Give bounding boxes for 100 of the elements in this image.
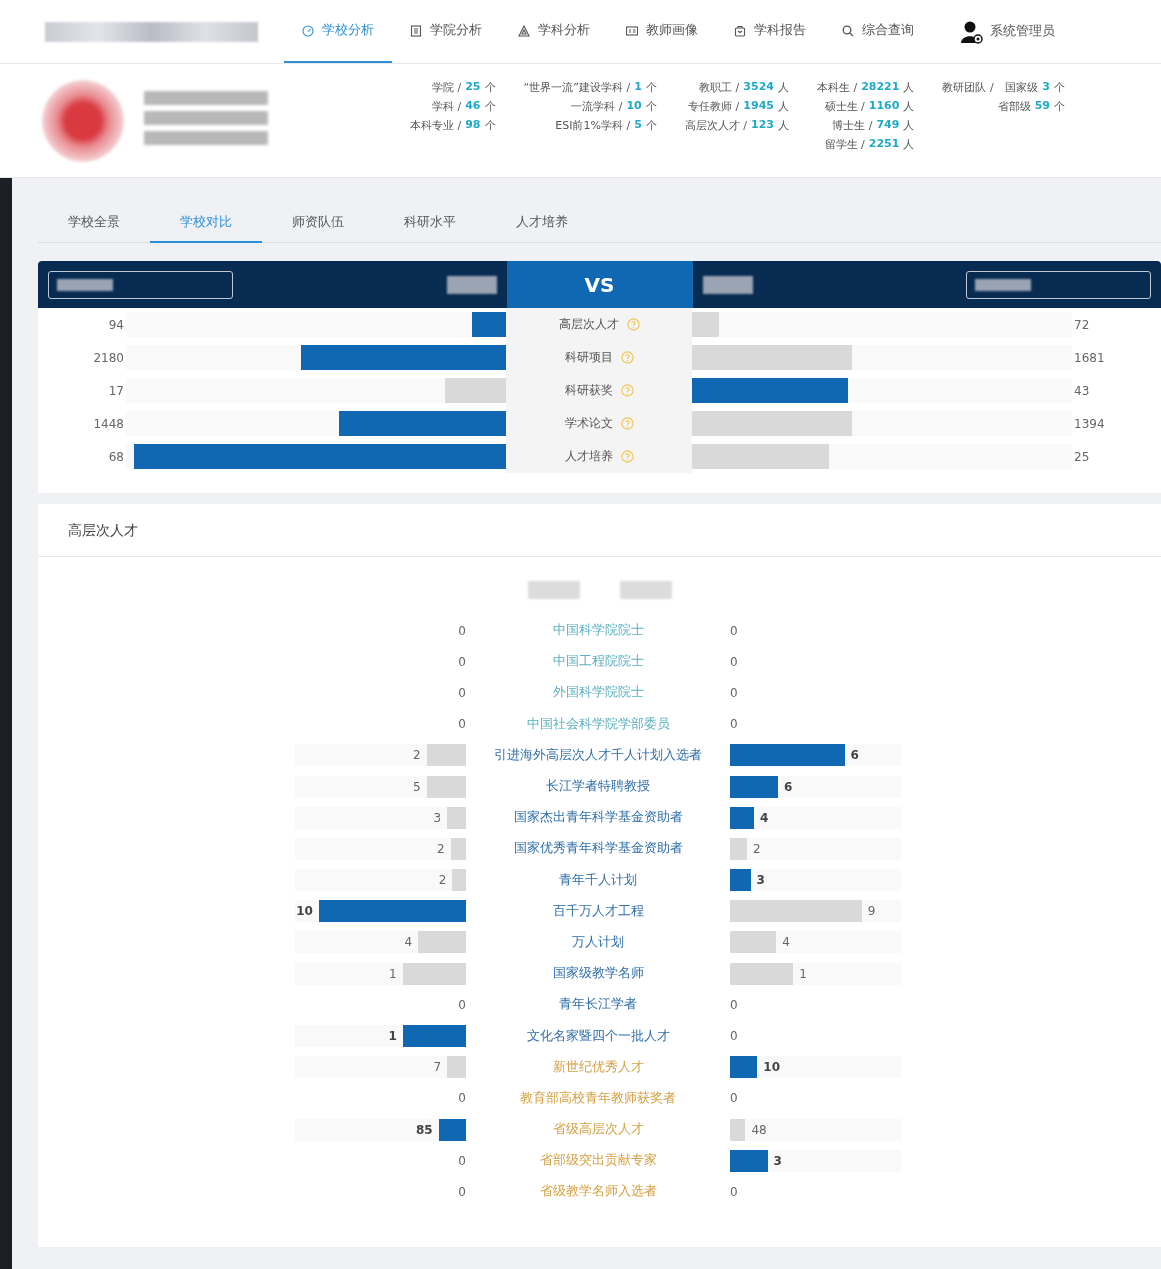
blurred-school-name — [702, 275, 753, 294]
stat-value: 123 — [751, 118, 774, 133]
right-value: 0 — [730, 1091, 738, 1106]
stat-label: 教职工 / — [699, 80, 740, 95]
left-value: 17 — [107, 383, 124, 398]
stat-unit: 个 — [645, 80, 657, 95]
left-value: 0 — [458, 717, 466, 732]
talent-category: 外国科学院院士 — [552, 684, 644, 702]
right-value: 4 — [782, 935, 790, 950]
right-value: 1681 — [1074, 350, 1106, 365]
talent-category: 中国社会科学院学部委员 — [526, 715, 670, 733]
stat-value: 46 — [465, 99, 481, 114]
user-name[interactable]: 系统管理员 — [990, 23, 1055, 40]
left-value: 0 — [458, 623, 466, 638]
help-icon[interactable] — [620, 417, 634, 430]
stat-unit: 个 — [645, 118, 657, 133]
right-value: 3 — [756, 873, 765, 888]
stat-label: ESI前1%学科 / — [555, 118, 631, 133]
nav-tab[interactable]: 教师画像 — [608, 0, 716, 63]
left-value: 68 — [107, 449, 124, 464]
gauge-icon — [302, 24, 314, 37]
talent-category: 省级教学名师入选者 — [539, 1183, 657, 1201]
blurred-school-name — [446, 275, 497, 294]
nav-tab[interactable]: 学科报告 — [716, 0, 824, 63]
help-icon[interactable] — [626, 318, 640, 331]
help-icon[interactable] — [620, 450, 634, 463]
talent-category: 新世纪优秀人才 — [552, 1058, 644, 1076]
user-icon[interactable] — [960, 19, 984, 44]
nav-tab[interactable]: 学校分析 — [284, 0, 392, 63]
stat-label: 国家级 — [1005, 80, 1039, 95]
stat-unit: 人 — [777, 118, 789, 133]
sub-tab[interactable]: 人才培养 — [486, 204, 598, 243]
right-value: 6 — [850, 748, 859, 763]
id-card-icon — [626, 24, 638, 37]
talent-category: 青年长江学者 — [559, 996, 637, 1014]
left-value: 7 — [433, 1060, 442, 1075]
right-value: 10 — [763, 1060, 781, 1075]
left-value: 0 — [458, 1091, 466, 1106]
right-value: 4 — [759, 810, 769, 825]
talent-category: 中国科学院院士 — [552, 622, 644, 640]
talent-category: 中国工程院院士 — [552, 653, 644, 671]
left-value: 0 — [458, 1153, 466, 1168]
metric-label: 学术论文 — [564, 415, 613, 432]
right-value: 0 — [730, 997, 738, 1012]
talent-category: 文化名家暨四个一批人才 — [526, 1027, 670, 1045]
search-icon — [842, 24, 854, 37]
sub-tab[interactable]: 学校全景 — [38, 204, 150, 243]
list-icon — [410, 24, 422, 37]
metric-label: 科研获奖 — [564, 382, 613, 399]
left-value: 94 — [107, 317, 124, 332]
right-value: 0 — [730, 1184, 738, 1199]
left-value: 4 — [404, 935, 413, 950]
talent-category: 国家杰出青年科学基金资助者 — [513, 809, 683, 827]
triangle-icon — [518, 24, 530, 37]
left-value: 10 — [296, 904, 313, 919]
stat-value: 5 — [634, 118, 642, 133]
stat-label: 学科 / — [432, 99, 462, 114]
stat-value: 25 — [465, 80, 481, 95]
stat-unit: 人 — [777, 80, 789, 95]
stat-unit: 个 — [484, 118, 496, 133]
school-select[interactable] — [966, 270, 1151, 299]
left-value: 0 — [458, 685, 466, 700]
right-value: 25 — [1074, 449, 1091, 464]
help-icon[interactable] — [620, 384, 634, 397]
nav-tab[interactable]: 综合查询 — [824, 0, 932, 63]
right-value: 2 — [753, 841, 761, 856]
stat-unit: 个 — [484, 99, 496, 114]
left-value: 2 — [413, 748, 421, 763]
stat-value: 2251 — [868, 137, 900, 152]
nav-tab[interactable]: 学院分析 — [392, 0, 500, 63]
right-value: 0 — [730, 654, 738, 669]
nav-tab[interactable]: 学科分析 — [500, 0, 608, 63]
sub-tab[interactable]: 师资队伍 — [262, 204, 374, 243]
help-icon[interactable] — [620, 351, 634, 364]
stat-unit: 个 — [1053, 99, 1065, 114]
stat-label: 一流学科 / — [571, 99, 623, 114]
right-value: 43 — [1074, 383, 1091, 398]
right-value: 1 — [799, 966, 807, 981]
right-value: 0 — [730, 1029, 738, 1044]
left-value: 0 — [458, 654, 466, 669]
talent-category: 国家级教学名师 — [552, 965, 644, 983]
right-value: 0 — [730, 623, 738, 638]
stat-value: 1 — [634, 80, 642, 95]
talent-category: 长江学者特聘教授 — [546, 778, 650, 796]
talent-category: 万人计划 — [572, 933, 624, 951]
stat-label: “世界一流”建设学科 / — [523, 80, 631, 95]
stat-label: 专任教师 / — [688, 99, 740, 114]
stat-unit: 人 — [903, 99, 915, 114]
talent-category: 青年千人计划 — [559, 871, 637, 889]
metric-label: 人才培养 — [564, 448, 613, 465]
talent-category: 国家优秀青年科学基金资助者 — [513, 840, 683, 858]
right-value: 0 — [730, 685, 738, 700]
school-select[interactable] — [48, 270, 233, 299]
right-value: 3 — [773, 1153, 782, 1168]
sub-tab[interactable]: 科研水平 — [374, 204, 486, 243]
left-value: 5 — [413, 779, 421, 794]
stat-value: 98 — [465, 118, 481, 133]
right-value: 0 — [730, 717, 738, 732]
bag-icon — [734, 24, 746, 37]
left-value: 3 — [433, 810, 442, 825]
